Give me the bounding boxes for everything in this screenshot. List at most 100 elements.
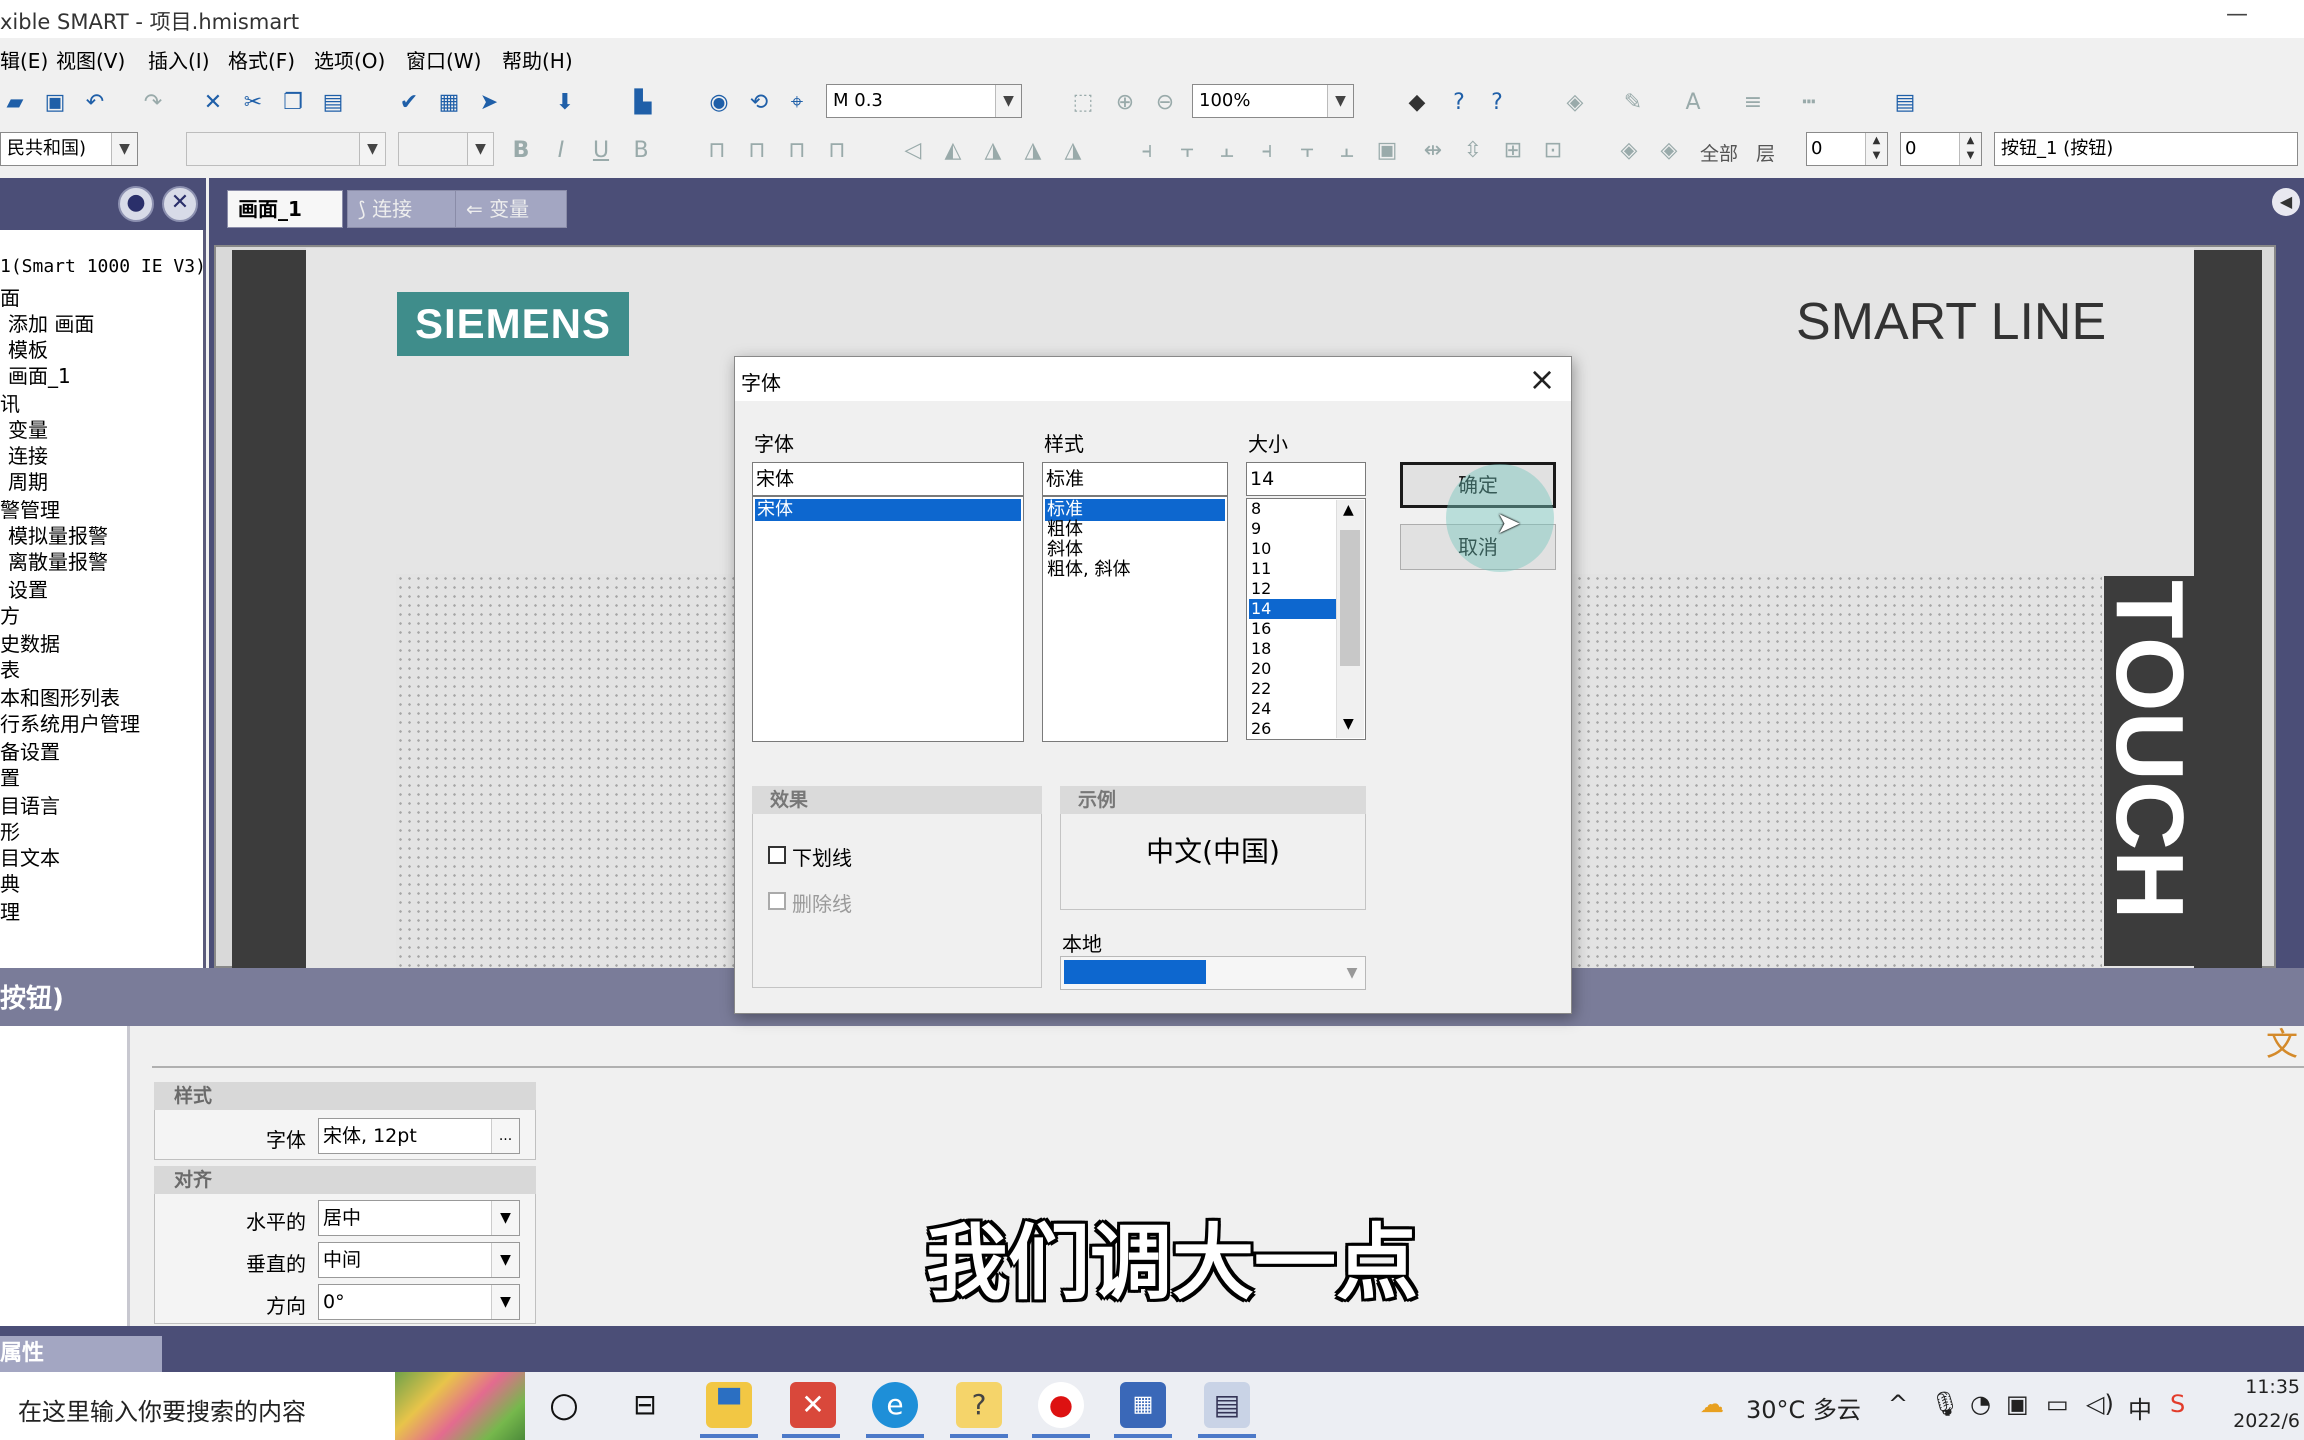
font-name-list[interactable]: 宋体	[752, 496, 1024, 742]
same-width-icon[interactable]: ⇹	[1420, 138, 1446, 164]
font-size-input[interactable]: 14	[1246, 462, 1366, 496]
scrollbar-thumb[interactable]	[1340, 530, 1360, 666]
tree-item[interactable]: 1(Smart 1000 IE V3)	[0, 256, 206, 277]
fit-icon[interactable]: ⊡	[1540, 138, 1566, 164]
align-middle-icon[interactable]: ⫟	[1294, 138, 1320, 164]
microphone-icon[interactable]: 🎙	[1930, 1390, 1960, 1418]
font-browse-button[interactable]: ...	[491, 1119, 519, 1153]
strikethrough-checkbox[interactable]	[768, 892, 786, 910]
menu-help[interactable]: 帮助(H)	[502, 45, 573, 74]
close-icon[interactable]: ✕	[162, 186, 198, 222]
minimize-button[interactable]: —	[2226, 2, 2248, 27]
taskbar-date[interactable]: 2022/6	[2233, 1410, 2300, 1432]
help-book-icon[interactable]: ◆	[1404, 90, 1430, 116]
record-icon[interactable]: ●	[1038, 1382, 1084, 1428]
chevron-down-icon[interactable]: ▼	[467, 133, 493, 165]
dialog-close-icon[interactable]: ×	[1524, 362, 1560, 398]
same-height-icon[interactable]: ⇳	[1460, 138, 1486, 164]
file-explorer-icon[interactable]: ▀	[706, 1382, 752, 1428]
delete-icon[interactable]: ✕	[200, 90, 226, 116]
size-option[interactable]: 11	[1249, 559, 1337, 579]
check-icon[interactable]: ✔	[396, 90, 422, 116]
chevron-down-icon[interactable]: ▼	[1327, 85, 1353, 117]
volume-icon[interactable]: ◁)	[2086, 1390, 2114, 1418]
paste-icon[interactable]: ▤	[320, 90, 346, 116]
size-option[interactable]: 20	[1249, 659, 1337, 679]
cut-icon[interactable]: ✂	[240, 90, 266, 116]
find-icon[interactable]: ▙	[630, 90, 656, 116]
chevron-down-icon[interactable]: ▼	[491, 1285, 519, 1319]
tree-item-analog-alarms[interactable]: 模拟量报警	[8, 520, 108, 549]
wincc-flexible-icon[interactable]: ▦	[1120, 1382, 1166, 1428]
hmi-app-icon[interactable]: ▤	[1204, 1382, 1250, 1428]
chevron-down-icon[interactable]: ▼	[111, 133, 137, 165]
menu-view[interactable]: 视图(V)	[56, 45, 125, 74]
size-option-selected[interactable]: 14	[1249, 599, 1337, 619]
text-property-icon[interactable]: 文	[2264, 1026, 2300, 1062]
align-top-icon[interactable]: ⫞	[1254, 138, 1280, 164]
sogou-ime-icon[interactable]: S	[2170, 1390, 2185, 1418]
edge-icon[interactable]: e	[872, 1382, 918, 1428]
scroll-down-icon[interactable]: ▼	[1343, 716, 1354, 732]
mirror-icon[interactable]: ◭	[940, 138, 966, 164]
task-view-icon[interactable]: ⊟	[622, 1382, 668, 1428]
tree-item-language-settings[interactable]: 置	[0, 762, 20, 791]
pin-icon[interactable]: ●	[118, 186, 154, 222]
scroll-up-icon[interactable]: ▲	[1343, 502, 1354, 518]
tree-item-runtime-users[interactable]: 行系统用户管理	[0, 708, 140, 737]
style-option-bold[interactable]: 粗体	[1045, 519, 1225, 541]
align-right-icon[interactable]: ⫠	[1214, 138, 1240, 164]
line-width-icon[interactable]: ≡	[1740, 90, 1766, 116]
tree-item-cycles[interactable]: 周期	[8, 466, 48, 495]
layer-icon[interactable]: ◈	[1616, 138, 1642, 164]
tray-expand-icon[interactable]: ^	[1888, 1390, 1908, 1418]
goto-icon[interactable]: ⌖	[784, 90, 810, 116]
align-icon[interactable]: ⊓	[784, 138, 810, 164]
font-color-icon[interactable]: A	[1680, 90, 1706, 116]
align-bottom-icon[interactable]: ⫠	[1334, 138, 1360, 164]
flip-icon[interactable]: ◁	[900, 138, 926, 164]
rotate-icon[interactable]: ◮	[1060, 138, 1086, 164]
rotate-icon[interactable]: ◮	[1020, 138, 1046, 164]
tree-item-discrete-alarms[interactable]: 离散量报警	[8, 546, 108, 575]
distribute-icon[interactable]: ▣	[1374, 138, 1400, 164]
spin-arrows-icon[interactable]: ▲ ▼	[1865, 133, 1887, 165]
taskbar-time[interactable]: 11:35	[2245, 1376, 2300, 1398]
size-option[interactable]: 12	[1249, 579, 1337, 599]
horizontal-select[interactable]: 居中 ▼	[318, 1200, 520, 1236]
font-style-input[interactable]: 标准	[1042, 462, 1228, 496]
align-icon[interactable]: ⊓	[824, 138, 850, 164]
font-name-input[interactable]: 宋体	[752, 462, 1024, 496]
tree-item-version-management[interactable]: 理	[0, 896, 20, 925]
chevron-down-icon[interactable]: ▼	[359, 133, 385, 165]
style-option-regular[interactable]: 标准	[1045, 499, 1225, 521]
direction-select[interactable]: 0° ▼	[318, 1284, 520, 1320]
tree-item-tags[interactable]: 变量	[8, 414, 48, 443]
taskbar-search[interactable]: 在这里输入你要搜索的内容	[0, 1372, 525, 1440]
scroll-left-icon[interactable]: ◀	[2272, 188, 2300, 216]
tree-item-add-screen[interactable]: 添加 画面	[8, 308, 94, 337]
font-size-combo[interactable]: ▼	[398, 132, 494, 166]
tree-item-project-texts[interactable]: 目文本	[0, 842, 60, 871]
tree-item-historical-data[interactable]: 史数据	[0, 628, 60, 657]
weather-icon[interactable]: ☁	[1700, 1390, 1724, 1418]
tree-item-scripts[interactable]: 表	[0, 654, 20, 683]
download-icon[interactable]: ⬇	[552, 90, 578, 116]
window-layout-icon[interactable]: ▤	[1892, 90, 1918, 116]
compile-icon[interactable]: ▦	[436, 90, 462, 116]
size-option[interactable]: 8	[1249, 499, 1337, 519]
chevron-down-icon[interactable]: ▼	[491, 1243, 519, 1277]
help-question-icon[interactable]: ?	[1446, 90, 1472, 116]
tree-item-connections[interactable]: 连接	[8, 440, 48, 469]
size-option[interactable]: 26	[1249, 719, 1337, 739]
x-position-spinner[interactable]: 0 ▲ ▼	[1806, 132, 1888, 166]
replace-icon[interactable]: ⟲	[746, 90, 772, 116]
size-option[interactable]: 22	[1249, 679, 1337, 699]
weather-text[interactable]: 30°C 多云	[1746, 1390, 1861, 1425]
layer-all-icon[interactable]: ◈	[1656, 138, 1682, 164]
tree-item-dictionaries[interactable]: 典	[0, 868, 20, 897]
language-combo[interactable]: 民共和国) ▼	[0, 132, 138, 166]
line-color-icon[interactable]: ✎	[1620, 90, 1646, 116]
tree-item-template[interactable]: 模板	[8, 334, 48, 363]
app-x-icon[interactable]: ✕	[790, 1382, 836, 1428]
